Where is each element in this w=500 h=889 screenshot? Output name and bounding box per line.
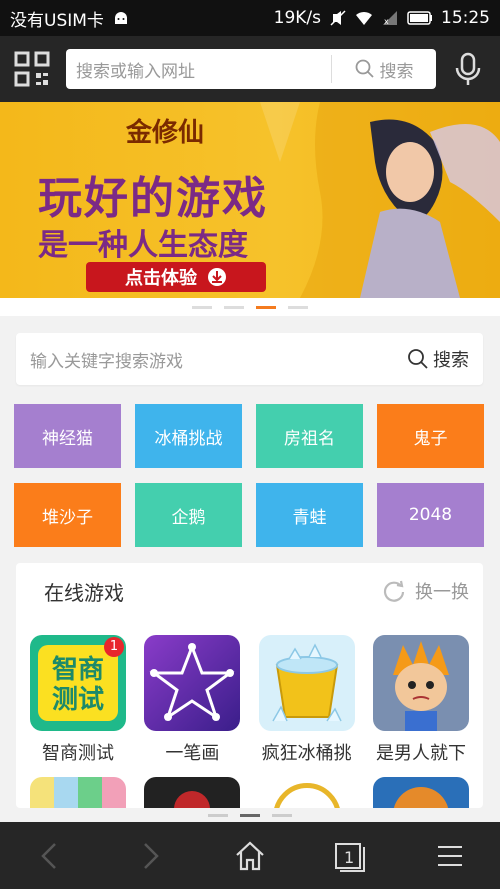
- carrier-text: 没有USIM卡: [10, 10, 104, 31]
- refresh-icon: [383, 580, 405, 602]
- game-search-box[interactable]: 输入关键字搜索游戏 搜索: [16, 333, 483, 385]
- game-item[interactable]: [138, 777, 246, 808]
- tabs-button[interactable]: 1: [330, 836, 370, 876]
- forward-button[interactable]: [130, 836, 170, 876]
- banner-headline: 玩好的游戏: [38, 173, 268, 224]
- url-search-button[interactable]: 搜索: [332, 57, 436, 82]
- banner-dot[interactable]: [224, 305, 244, 309]
- svg-text:x: x: [384, 17, 389, 26]
- game-logo: 金修仙: [126, 118, 205, 148]
- ice-bucket-icon: [258, 635, 355, 731]
- menu-icon: [438, 845, 462, 866]
- game-item[interactable]: [367, 777, 475, 808]
- game-item[interactable]: [253, 777, 361, 808]
- keyword-tile[interactable]: 神经猫: [14, 404, 121, 468]
- game-search-button[interactable]: 搜索: [407, 346, 483, 372]
- back-button[interactable]: [30, 836, 70, 876]
- game-search-label: 搜索: [433, 350, 469, 371]
- mute-icon: [330, 10, 346, 26]
- home-icon: [236, 841, 264, 870]
- game-item[interactable]: 是男人就下: [367, 635, 475, 765]
- game-thumbnail: [258, 777, 355, 808]
- keyword-tile[interactable]: 冰桶挑战: [135, 404, 242, 468]
- game-thumbnail: [144, 777, 241, 808]
- promo-banner[interactable]: 金修仙 玩好的游戏 是一种人生态度 点击体验: [0, 102, 500, 298]
- download-icon: [208, 268, 226, 286]
- game-list: 智商 测试 1 智商测试 一笔画 疯狂冰桶挑 是男人就下: [16, 619, 483, 765]
- iq-test-icon: 智商 测试 1: [30, 635, 126, 731]
- game-name: 智商测试: [42, 743, 114, 764]
- page-dot-active: [240, 813, 260, 817]
- game-name: 疯狂冰桶挑: [261, 743, 352, 764]
- game-list-row-2: [16, 765, 483, 808]
- page-dot: [208, 813, 228, 817]
- try-now-label: 点击体验: [125, 268, 197, 289]
- svg-text:1: 1: [344, 848, 354, 867]
- game-thumbnail: [372, 777, 469, 808]
- refresh-label: 换一换: [415, 582, 469, 603]
- game-search-input[interactable]: 输入关键字搜索游戏: [16, 347, 407, 372]
- search-icon: [355, 59, 374, 78]
- url-search-input[interactable]: 搜索或输入网址: [66, 57, 331, 82]
- game-item[interactable]: [24, 777, 132, 808]
- microphone-icon[interactable]: [448, 49, 488, 89]
- menu-button[interactable]: [430, 836, 470, 876]
- android-icon: [114, 12, 127, 24]
- banner-dot[interactable]: [288, 305, 308, 309]
- keyword-tile[interactable]: 青蛙: [256, 483, 363, 547]
- warrior-character-image: [260, 102, 500, 298]
- try-now-button[interactable]: 点击体验: [86, 262, 266, 292]
- url-search-label: 搜索: [379, 61, 414, 82]
- game-name: 一笔画: [165, 743, 220, 764]
- back-arrow-icon: [41, 842, 56, 869]
- bottom-navigation: 1: [0, 822, 500, 889]
- battery-icon: [407, 11, 432, 25]
- url-search-box[interactable]: 搜索或输入网址 搜索: [66, 49, 436, 89]
- network-speed: 19K/s: [273, 8, 321, 28]
- banner-dot-active[interactable]: [256, 305, 276, 309]
- page-indicator: [0, 808, 500, 822]
- keyword-tile[interactable]: 企鹅: [135, 483, 242, 547]
- banner-pagination: [0, 298, 500, 316]
- game-thumbnail: [30, 777, 126, 808]
- tabs-icon: 1: [335, 842, 365, 872]
- keyword-tile[interactable]: 鬼子: [377, 404, 484, 468]
- wifi-icon: [356, 11, 372, 25]
- star-drawing-icon: [144, 635, 241, 731]
- keyword-tile[interactable]: 2048: [377, 483, 484, 547]
- notification-badge: 1: [104, 637, 124, 657]
- online-games-header: 在线游戏 换一换: [16, 563, 483, 619]
- keyword-tile[interactable]: 堆沙子: [14, 483, 121, 547]
- clock: 15:25: [441, 8, 490, 28]
- refresh-button[interactable]: 换一换: [381, 578, 469, 604]
- game-item[interactable]: 一笔画: [138, 635, 246, 765]
- search-icon: [408, 349, 428, 369]
- forward-arrow-icon: [144, 842, 159, 869]
- game-item[interactable]: 智商 测试 1 智商测试: [24, 635, 132, 765]
- qr-scan-icon[interactable]: [12, 49, 52, 89]
- cartoon-boy-icon: [372, 635, 469, 731]
- game-item[interactable]: 疯狂冰桶挑: [253, 635, 361, 765]
- status-bar: 没有USIM卡 19K/s x 15:25: [0, 0, 500, 36]
- online-games-card: 在线游戏 换一换 智商 测试 1 智商测试 一笔画 疯狂冰桶挑 是男人就下: [16, 563, 483, 808]
- game-name: 是男人就下: [375, 743, 466, 764]
- page-dot: [272, 813, 292, 817]
- banner-dot[interactable]: [192, 305, 212, 309]
- signal-icon: x: [383, 11, 397, 26]
- hot-keyword-grid: 神经猫 冰桶挑战 房祖名 鬼子 堆沙子 企鹅 青蛙 2048: [14, 404, 486, 547]
- home-button[interactable]: [230, 836, 270, 876]
- browser-toolbar: 搜索或输入网址 搜索: [0, 36, 500, 102]
- banner-subheadline: 是一种人生态度: [38, 228, 248, 263]
- section-title: 在线游戏: [44, 580, 124, 605]
- keyword-tile[interactable]: 房祖名: [256, 404, 363, 468]
